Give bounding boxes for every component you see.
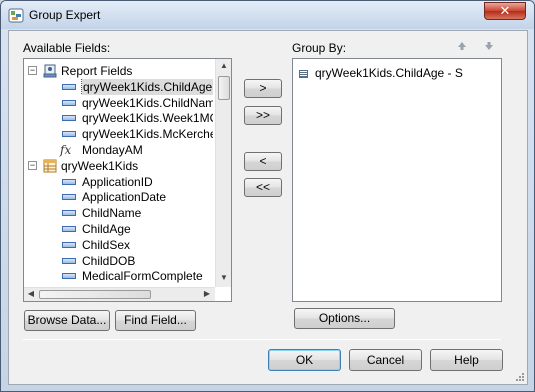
add-field-button[interactable]: > (244, 79, 282, 98)
tree-field-label: ChildSex (82, 237, 131, 252)
tree-field-row[interactable]: qryWeek1Kids.ChildAge (28, 78, 213, 95)
tree-field-row[interactable]: ChildSex (28, 237, 213, 253)
group-by-item-label: qryWeek1Kids.ChildAge - S (315, 66, 463, 80)
find-field-button[interactable]: Find Field... (115, 310, 196, 331)
tree-field-label: qryWeek1Kids.Week1MO/ (82, 111, 213, 126)
arrow-down-icon[interactable] (484, 41, 494, 54)
tree-field-row[interactable]: qryWeek1Kids.McKercherI (28, 126, 213, 142)
help-button[interactable]: Help (430, 349, 503, 371)
tree-field-row[interactable]: ChildAge (28, 221, 213, 237)
field-icon (62, 273, 76, 280)
options-button[interactable]: Options... (294, 308, 395, 329)
close-button[interactable]: ✕ (484, 2, 526, 20)
available-fields-tree[interactable]: − Report Fields qryWeek1Kids.ChildAge qryWe… (23, 58, 232, 302)
tree-field-label: qryWeek1Kids.ChildName (82, 95, 213, 110)
tree-field-label: MedicalFormComplete (82, 269, 203, 284)
tree-group-label: Report Fields (61, 64, 133, 78)
browse-data-button[interactable]: Browse Data... (24, 310, 110, 331)
collapse-icon[interactable]: − (28, 160, 37, 170)
tree-field-label: MondayAM (82, 143, 143, 157)
ok-button[interactable]: OK (268, 349, 341, 371)
available-fields-label: Available Fields: (23, 41, 111, 55)
field-icon (62, 194, 76, 201)
tree-group-label: qryWeek1Kids (61, 158, 139, 173)
tree-group-row[interactable]: − qryWeek1Kids (28, 158, 213, 174)
group-by-label: Group By: (292, 41, 347, 55)
close-icon: ✕ (499, 3, 511, 18)
add-all-fields-button[interactable]: >> (244, 106, 282, 125)
field-icon (62, 131, 76, 138)
tree-field-label: qryWeek1Kids.McKercherI (82, 127, 213, 142)
group-expert-dialog: Group Expert ✕ Available Fields: − Report… (0, 0, 535, 392)
field-icon (62, 178, 76, 185)
vertical-scrollbar[interactable]: ▲ ▼ (215, 59, 231, 287)
remove-field-button[interactable]: < (244, 152, 282, 171)
group-by-list[interactable]: qryWeek1Kids.ChildAge - S (292, 58, 502, 302)
tree-field-label: ApplicationID (82, 174, 153, 189)
tree-group-row[interactable]: − Report Fields (28, 63, 213, 79)
tree-field-row[interactable]: MedicalFormComplete (28, 268, 213, 284)
group-item-icon (299, 70, 308, 78)
app-icon (8, 8, 24, 23)
horizontal-scrollbar[interactable]: ◀ ▶ (24, 287, 215, 301)
tree-field-row[interactable]: ApplicationID (28, 174, 213, 190)
tree-field-row[interactable]: ApplicationDate (28, 189, 213, 205)
title-bar: Group Expert ✕ (1, 1, 534, 29)
tree-field-label: ChildAge (82, 222, 131, 236)
tree-field-row[interactable]: ChildDOB (28, 253, 213, 269)
report-fields-icon (43, 64, 57, 78)
tree-field-label: ChildName (82, 206, 142, 221)
dialog-body: Available Fields: − Report Fields qryWeek1… (8, 30, 528, 385)
tree-field-row[interactable]: qryWeek1Kids.Week1MO/ (28, 110, 213, 126)
field-icon (62, 99, 76, 106)
tree-field-row[interactable]: fx MondayAM (28, 142, 213, 158)
tree-field-label: qryWeek1Kids.ChildAge (80, 78, 213, 95)
tree-field-label: ChildDOB (82, 253, 136, 268)
formula-icon: fx (60, 143, 72, 157)
tree-field-row[interactable]: qryWeek1Kids.ChildName (28, 95, 213, 111)
field-icon (62, 241, 76, 248)
field-icon (62, 83, 76, 90)
tree-field-label: ApplicationDate (82, 190, 167, 205)
resize-grip-icon[interactable] (515, 372, 525, 382)
field-icon (62, 257, 76, 264)
scroll-left-icon[interactable]: ◀ (26, 289, 36, 298)
collapse-icon[interactable]: − (28, 66, 37, 75)
window-title: Group Expert (29, 8, 101, 22)
field-icon (62, 226, 76, 232)
field-icon (62, 210, 76, 217)
scrollbar-thumb[interactable] (218, 76, 230, 100)
separator (23, 339, 501, 340)
remove-all-fields-button[interactable]: << (244, 178, 282, 197)
scroll-right-icon[interactable]: ▶ (202, 289, 212, 298)
table-icon (43, 159, 57, 173)
tree-field-row[interactable]: ChildName (28, 205, 213, 221)
scroll-down-icon[interactable]: ▼ (216, 273, 232, 282)
cancel-button[interactable]: Cancel (349, 349, 422, 371)
hscrollbar-thumb[interactable] (39, 290, 151, 299)
scroll-up-icon[interactable]: ▲ (216, 61, 232, 70)
field-icon (62, 115, 76, 122)
arrow-up-icon[interactable] (457, 41, 467, 54)
